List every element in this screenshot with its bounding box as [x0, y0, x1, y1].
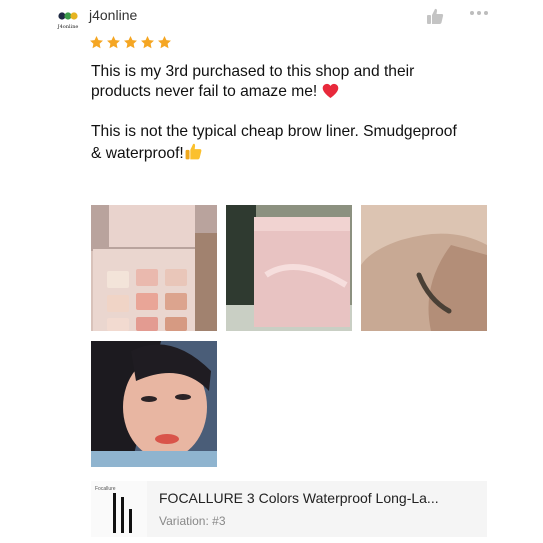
- more-options-icon[interactable]: [469, 7, 489, 19]
- star-icon: [124, 35, 137, 49]
- eyeshadow-palette-image: [91, 205, 217, 331]
- star-icon: [107, 35, 120, 49]
- product-variation: Variation: #3: [159, 514, 226, 528]
- username[interactable]: j4online: [89, 7, 137, 23]
- pink-box-image: [226, 205, 352, 331]
- thumbs-up-icon[interactable]: [426, 7, 444, 25]
- review-photo-box[interactable]: [226, 205, 352, 331]
- review-photo-palette[interactable]: [91, 205, 217, 331]
- star-icon: [141, 35, 154, 49]
- star-rating: [89, 35, 172, 50]
- review-photo-selfie[interactable]: [91, 341, 217, 467]
- review-paragraph: This is my 3rd purchased to this shop an…: [91, 62, 471, 102]
- user-avatar[interactable]: J4online: [57, 10, 79, 30]
- review-paragraph-text: This is not the typical cheap brow liner…: [91, 123, 457, 162]
- star-icon: [90, 35, 103, 49]
- selfie-image: [91, 341, 217, 467]
- review-paragraph-text: This is my 3rd purchased to this shop an…: [91, 63, 415, 100]
- product-thumb-brand: Focallure: [95, 486, 116, 492]
- review-paragraph: This is not the typical cheap brow liner…: [91, 122, 471, 164]
- svg-text:J4online: J4online: [57, 24, 78, 30]
- red-heart-emoji: [322, 83, 338, 99]
- wrist-swatch-image: [361, 205, 487, 331]
- review-text: This is my 3rd purchased to this shop an…: [91, 62, 471, 164]
- brow-liner-image: Focallure: [95, 486, 132, 533]
- product-name[interactable]: FOCALLURE 3 Colors Waterproof Long-La...: [159, 490, 439, 506]
- thumbs-up-emoji: [185, 143, 202, 160]
- product-card[interactable]: Focallure FOCALLURE 3 Colors Waterproof …: [91, 481, 487, 537]
- star-icon: [158, 35, 171, 49]
- product-thumbnail: Focallure: [91, 481, 147, 537]
- review-photo-swatch[interactable]: [361, 205, 487, 331]
